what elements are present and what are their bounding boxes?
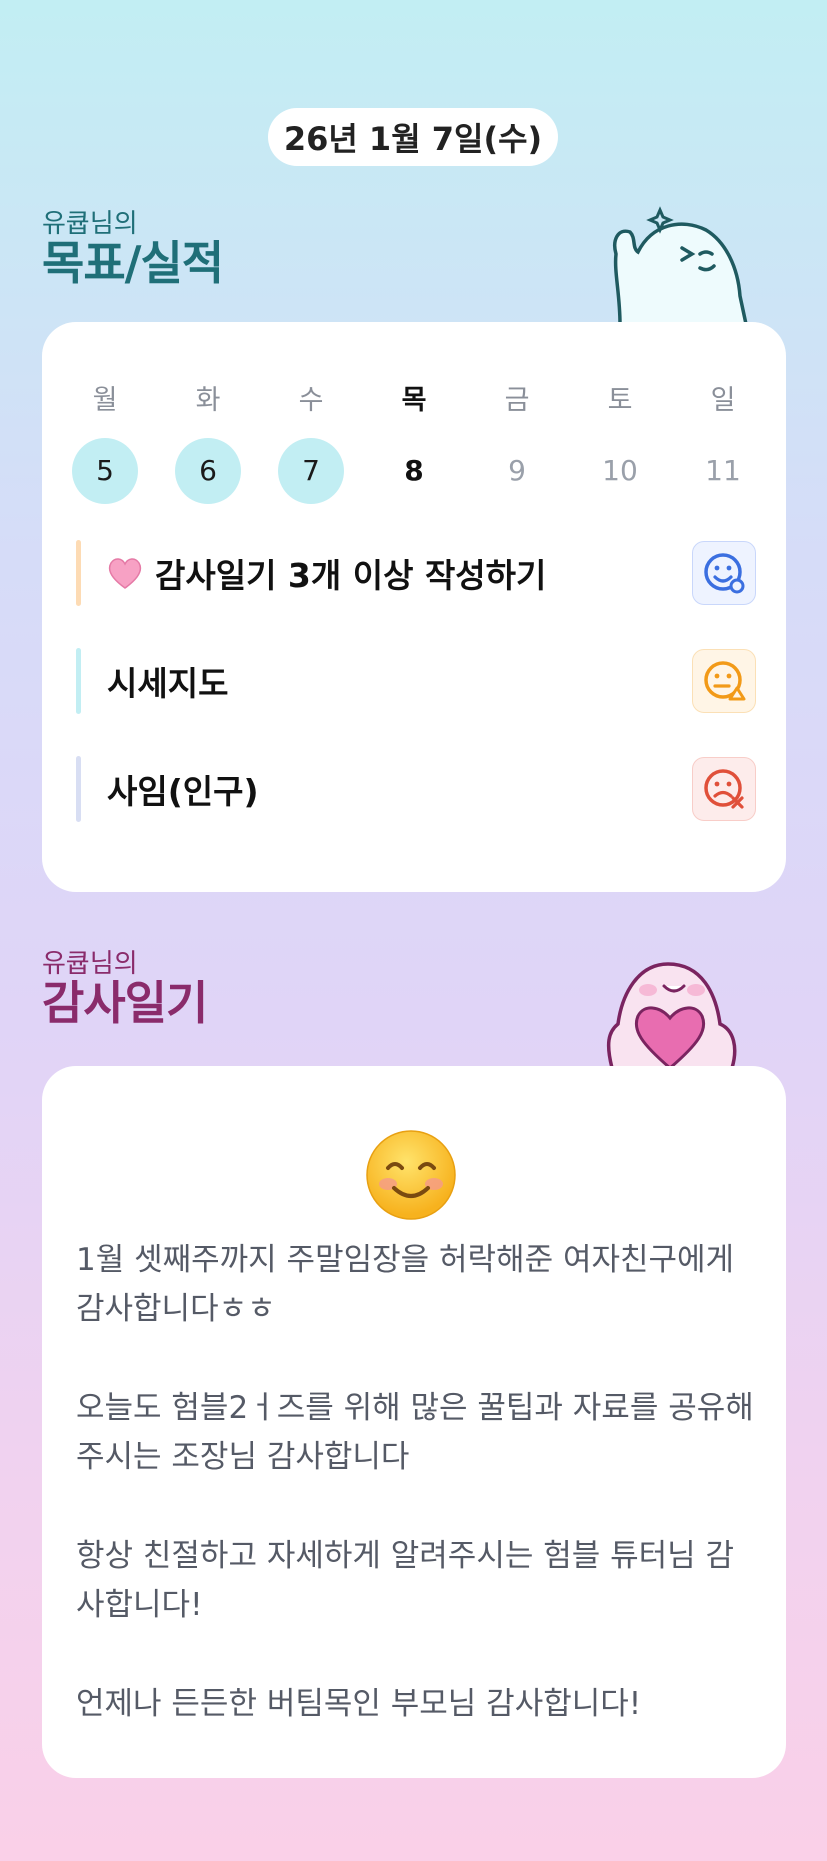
- gratitude-entry: 1월 셋째주까지 주말임장을 허락해준 여자친구에게 감사합니다ㅎㅎ: [76, 1242, 735, 1327]
- day-fri[interactable]: 금 9: [484, 378, 550, 504]
- day-number: 8: [404, 454, 424, 487]
- goal-color-bar: [76, 648, 81, 714]
- goal-label: 감사일기 3개 이상 작성하기: [155, 556, 547, 595]
- goal-label: 사임(인구): [107, 772, 259, 811]
- smiling-face-emoji-icon: [366, 1130, 456, 1220]
- goals-section-subtitle: 유큡님의: [42, 209, 138, 239]
- goals-card: 월 5 화 6 수 7 목 8 금 9 토 10 일 11 감사일기 3개 이상…: [42, 322, 786, 892]
- gratitude-section-heading: 감사일기: [42, 976, 208, 1030]
- goal-item[interactable]: 시세지도: [76, 648, 756, 714]
- day-wed[interactable]: 수 7: [278, 378, 344, 504]
- goals-section-heading: 목표/실적: [42, 236, 224, 290]
- day-number: 11: [705, 454, 741, 487]
- sad-face-icon: [704, 769, 744, 809]
- day-name: 목: [401, 385, 427, 416]
- day-number: 9: [508, 454, 526, 487]
- day-name: 일: [710, 385, 736, 416]
- day-name: 수: [298, 385, 324, 416]
- ghost-mascot-icon: [613, 206, 748, 324]
- day-thu[interactable]: 목 8: [381, 378, 447, 504]
- gratitude-entry: 언제나 든든한 버팀목인 부모님 감사합니다!: [76, 1686, 642, 1722]
- goal-color-bar: [76, 540, 81, 606]
- goal-color-bar: [76, 756, 81, 822]
- goal-item[interactable]: 사임(인구): [76, 756, 756, 822]
- day-name: 월: [92, 385, 118, 416]
- day-tue[interactable]: 화 6: [175, 378, 241, 504]
- week-strip: 월 5 화 6 수 7 목 8 금 9 토 10 일 11: [72, 378, 756, 504]
- gratitude-entries: 1월 셋째주까지 주말임장을 허락해준 여자친구에게 감사합니다ㅎㅎ 오늘도 험…: [76, 1236, 756, 1779]
- happy-face-icon: [704, 553, 745, 594]
- pink-mascot-icon: [606, 962, 737, 1068]
- goal-status-button[interactable]: [692, 757, 756, 821]
- day-name: 금: [504, 385, 530, 416]
- gratitude-section-subtitle: 유큡님의: [42, 949, 138, 979]
- day-name: 화: [195, 385, 221, 416]
- date-pill[interactable]: 26년 1월 7일(수): [268, 108, 558, 166]
- day-number: 10: [602, 454, 638, 487]
- goals-section-title: 유큡님의 목표/실적: [42, 209, 224, 290]
- goal-status-button[interactable]: [692, 649, 756, 713]
- gratitude-entry: 항상 친절하고 자세하게 알려주시는 험블 튜터님 감사합니다!: [76, 1538, 735, 1623]
- day-number: 7: [278, 438, 344, 504]
- day-number: 5: [72, 438, 138, 504]
- neutral-face-icon: [704, 661, 746, 701]
- day-sun[interactable]: 일 11: [690, 378, 756, 504]
- gratitude-card: 1월 셋째주까지 주말임장을 허락해준 여자친구에게 감사합니다ㅎㅎ 오늘도 험…: [42, 1066, 786, 1778]
- day-mon[interactable]: 월 5: [72, 378, 138, 504]
- gratitude-section-title: 유큡님의 감사일기: [42, 949, 208, 1030]
- pink-heart-icon: [108, 558, 142, 589]
- day-number: 6: [175, 438, 241, 504]
- gratitude-entry: 오늘도 험블2ㅓ즈를 위해 많은 꿀팁과 자료를 공유해주시는 조장님 감사합니…: [76, 1390, 754, 1475]
- goal-label: 시세지도: [107, 664, 229, 703]
- goal-item[interactable]: 감사일기 3개 이상 작성하기: [76, 540, 756, 606]
- goal-status-button[interactable]: [692, 541, 756, 605]
- day-name: 토: [607, 385, 633, 416]
- day-sat[interactable]: 토 10: [587, 378, 653, 504]
